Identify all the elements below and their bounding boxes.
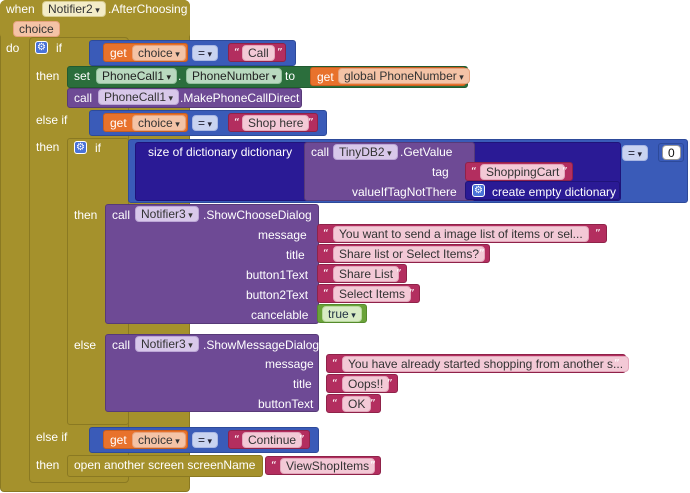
- set-label: set: [74, 69, 91, 83]
- get-var-dropdown-2[interactable]: choice: [132, 115, 186, 131]
- quote-open-icon-10: “: [332, 397, 338, 410]
- elseif-label-1: else if: [36, 113, 68, 127]
- showchoosedialog-method-label: .ShowChooseDialog: [203, 208, 312, 222]
- quote-close-icon: ”: [277, 46, 283, 59]
- call-label-1: call: [74, 91, 93, 105]
- mutator-gear-icon[interactable]: ⚙: [35, 41, 48, 54]
- cancelable-label: cancelable: [251, 308, 309, 322]
- message-label-message: message: [265, 357, 314, 371]
- call-label-choose: call: [112, 208, 131, 222]
- dict-mutator-gear-icon[interactable]: ⚙: [472, 184, 485, 197]
- quote-open-icon-6: “: [323, 267, 329, 280]
- when-label: when: [6, 2, 35, 16]
- call-label-message: call: [112, 338, 131, 352]
- quote-close-icon-12: ”: [370, 459, 376, 472]
- quote-open-icon-4: “: [323, 227, 329, 240]
- tag-label: tag: [432, 165, 449, 179]
- do-label: do: [6, 41, 20, 55]
- quote-close-icon-11: ”: [299, 433, 305, 446]
- create-empty-dictionary-label: create empty dictionary: [492, 185, 617, 199]
- size-of-dictionary-label: size of dictionary dictionary: [148, 145, 293, 159]
- text-value-title-message[interactable]: Oops!!: [342, 376, 390, 392]
- compare-op-dropdown-2[interactable]: =: [192, 115, 219, 131]
- quote-close-icon-4: ”: [595, 227, 601, 240]
- quote-open-icon-12: “: [271, 459, 277, 472]
- event-param-choice[interactable]: choice: [13, 21, 60, 37]
- then-label-2: then: [36, 140, 60, 154]
- quote-close-icon-10: ”: [370, 397, 376, 410]
- title-label-message: title: [293, 377, 312, 391]
- then-label-inner: then: [74, 208, 98, 222]
- text-value-button2[interactable]: Select Items: [333, 286, 412, 302]
- text-value-continue[interactable]: Continue: [242, 432, 303, 448]
- text-value-call[interactable]: Call: [242, 45, 275, 61]
- to-label: to: [285, 69, 296, 83]
- title-label-choose: title: [286, 248, 305, 262]
- bool-dropdown-true[interactable]: true: [322, 306, 362, 322]
- text-value-button-ok[interactable]: OK: [342, 396, 372, 412]
- inner-mutator-gear-icon[interactable]: ⚙: [74, 141, 87, 154]
- quote-close-icon-6: ”: [396, 267, 402, 280]
- text-value-button1[interactable]: Share List: [333, 266, 400, 282]
- quote-open-icon-5: “: [323, 247, 329, 260]
- get-label-2: get: [110, 116, 127, 130]
- text-value-screen[interactable]: ViewShopItems: [280, 458, 376, 474]
- quote-open-icon-7: “: [323, 287, 329, 300]
- showchoosedialog-block[interactable]: [105, 204, 319, 324]
- then-label-3: then: [36, 458, 60, 472]
- quote-open-icon-11: “: [234, 433, 240, 446]
- get-global-label: get: [317, 70, 334, 84]
- quote-close-icon-2: ”: [308, 116, 314, 129]
- if-label: if: [56, 41, 62, 55]
- set-component-dropdown[interactable]: PhoneCall1: [96, 68, 178, 84]
- tinydb-component-dropdown[interactable]: TinyDB2: [333, 144, 398, 160]
- quote-close-icon-8: ”: [614, 357, 620, 370]
- quote-open-icon-3: “: [471, 165, 477, 178]
- set-property-dropdown[interactable]: PhoneNumber: [186, 68, 283, 84]
- text-value-message-choose[interactable]: You want to send a image list of items o…: [333, 226, 589, 242]
- then-label-1: then: [36, 69, 60, 83]
- quote-open-icon-9: “: [332, 377, 338, 390]
- quote-open-icon: “: [234, 46, 240, 59]
- event-name-label: .AfterChoosing: [108, 2, 188, 16]
- showmessagedialog-method-label: .ShowMessageDialog: [203, 338, 320, 352]
- call-label-tinydb: call: [311, 145, 330, 159]
- set-dot-label: .: [178, 69, 182, 83]
- get-label-3: get: [110, 433, 127, 447]
- compare-op-dropdown[interactable]: =: [192, 45, 219, 61]
- open-another-screen-label: open another screen screenName: [74, 458, 256, 472]
- call-method-label: .MakePhoneCallDirect: [180, 91, 300, 105]
- call-component-dropdown[interactable]: PhoneCall1: [98, 89, 180, 105]
- text-value-title-choose[interactable]: Share list or Select Items?: [333, 246, 486, 262]
- button2text-label: button2Text: [246, 288, 309, 302]
- message-label-choose: message: [258, 228, 307, 242]
- else-label-inner: else: [74, 338, 97, 352]
- notifier-dropdown-message[interactable]: Notifier3: [135, 336, 199, 352]
- elseif-label-2: else if: [36, 430, 68, 444]
- text-value-shoppingcart[interactable]: ShoppingCart: [480, 164, 566, 180]
- event-component-dropdown[interactable]: Notifier2: [42, 1, 106, 17]
- value-if-tag-not-there-label: valueIfTagNotThere: [352, 185, 457, 199]
- quote-close-icon-5: ”: [479, 247, 485, 260]
- quote-close-icon-7: ”: [409, 287, 415, 300]
- get-var-dropdown-3[interactable]: choice: [132, 432, 186, 448]
- get-label: get: [110, 46, 127, 60]
- text-value-shop[interactable]: Shop here: [242, 115, 310, 131]
- buttontext-label: buttonText: [258, 397, 314, 411]
- compare-op-dropdown-4[interactable]: =: [192, 432, 219, 448]
- compare-op-dropdown-3[interactable]: =: [622, 145, 649, 161]
- inner-if-label: if: [95, 141, 101, 155]
- getvalue-method-label: .GetValue: [400, 145, 453, 159]
- button1text-label: button1Text: [246, 268, 309, 282]
- quote-close-icon-9: ”: [387, 377, 393, 390]
- text-value-message-message[interactable]: You have already started shopping from a…: [342, 356, 630, 372]
- number-value[interactable]: 0: [662, 145, 681, 160]
- notifier-dropdown-choose[interactable]: Notifier3: [135, 206, 199, 222]
- quote-open-icon-8: “: [332, 357, 338, 370]
- quote-close-icon-3: ”: [562, 165, 568, 178]
- global-var-dropdown[interactable]: global PhoneNumber: [338, 68, 470, 84]
- get-var-dropdown[interactable]: choice: [132, 45, 186, 61]
- quote-open-icon-2: “: [234, 116, 240, 129]
